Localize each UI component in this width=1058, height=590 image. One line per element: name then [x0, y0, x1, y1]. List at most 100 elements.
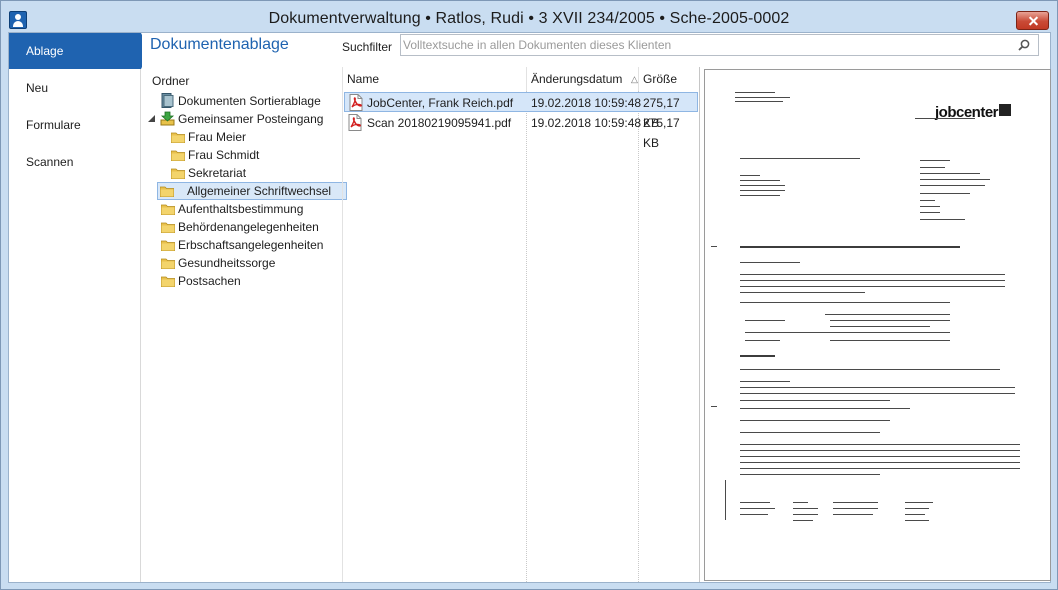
text-line [735, 101, 783, 102]
text-line [920, 193, 970, 194]
text-line [735, 92, 775, 93]
fold-mark [711, 246, 717, 247]
text-line [740, 381, 790, 382]
text-line [740, 420, 890, 421]
fold-mark [711, 406, 717, 407]
expand-arrow-icon[interactable] [148, 115, 156, 123]
nav-item-scannen[interactable]: Scannen [9, 144, 141, 180]
search-input[interactable] [403, 37, 1003, 53]
text-line [725, 480, 726, 520]
text-line [740, 468, 1020, 469]
tree-item-gesundheitssorge[interactable]: Gesundheitssorge [158, 254, 338, 272]
text-line [740, 456, 1020, 457]
tree-item-label: Gemeinsamer Posteingang [178, 112, 324, 126]
text-line [740, 508, 775, 509]
nav-item-neu[interactable]: Neu [9, 70, 141, 106]
text-line [905, 520, 929, 521]
text-line [740, 195, 780, 196]
jobcenter-logo-mark-icon [999, 104, 1011, 116]
text-line [920, 212, 940, 213]
text-line [740, 408, 910, 409]
text-line [830, 320, 950, 321]
text-line [740, 280, 1005, 281]
tree-item-behoerdenangelegenheiten[interactable]: Behördenangelegenheiten [158, 218, 338, 236]
file-name: Scan 20180219095941.pdf [367, 116, 512, 130]
text-line [793, 508, 818, 509]
page-title: Dokumentenablage [150, 36, 289, 53]
text-line [735, 97, 790, 98]
tree-item-label: Allgemeiner Schriftwechsel [187, 184, 332, 198]
folder-icon [161, 222, 175, 233]
tree-item-sekretariat[interactable]: Sekretariat [168, 164, 338, 182]
tree-item-frau-meier[interactable]: Frau Meier [168, 128, 338, 146]
pdf-file-icon [348, 114, 362, 131]
text-line [915, 118, 975, 119]
folder-icon [161, 258, 175, 269]
text-line [833, 508, 878, 509]
column-header-date[interactable]: Änderungsdatum △ [526, 67, 638, 91]
text-line [905, 502, 933, 503]
tree-item-label: Erbschaftsangelegenheiten [178, 238, 324, 252]
tree-item-label: Frau Schmidt [188, 148, 260, 162]
column-header-name[interactable]: Name [343, 67, 526, 91]
folder-tree: Ordner Dokumenten Sortierablage Gemeinsa… [142, 65, 347, 582]
text-line [793, 520, 813, 521]
text-line [920, 200, 935, 201]
tree-item-label: Frau Meier [188, 130, 247, 144]
text-line [740, 444, 1020, 445]
column-divider [638, 91, 639, 582]
tree-item-label: Sekretariat [188, 166, 247, 180]
file-date: 19.02.2018 10:59:48 [531, 96, 642, 110]
text-line [920, 185, 985, 186]
text-line [740, 462, 1020, 463]
text-line [745, 340, 780, 341]
close-button[interactable] [1016, 11, 1049, 30]
main-panel: Dokumentenablage Suchfilter Ordner Dokum [142, 33, 1051, 582]
text-line [740, 190, 785, 191]
text-line [740, 292, 865, 293]
document-preview[interactable]: jobcenter [699, 67, 1051, 582]
text-line [740, 393, 1015, 394]
tree-item-posteingang[interactable]: Gemeinsamer Posteingang [148, 110, 338, 128]
text-line [740, 175, 760, 176]
table-row[interactable]: JobCenter, Frank Reich.pdf 19.02.2018 10… [344, 92, 698, 130]
tree-header: Ordner [152, 74, 190, 88]
folder-icon [171, 168, 185, 179]
text-line [740, 387, 1015, 388]
column-divider [526, 91, 527, 582]
inbox-download-icon [160, 111, 175, 126]
tree-item-erbschaftsangelegenheiten[interactable]: Erbschaftsangelegenheiten [158, 236, 338, 254]
column-header-size[interactable]: Größe [638, 67, 700, 91]
folder-icon [161, 204, 175, 215]
folder-icon [161, 240, 175, 251]
text-line [740, 450, 1020, 451]
tree-item-postsachen[interactable]: Postsachen [158, 272, 338, 290]
nav-item-formulare[interactable]: Formulare [9, 107, 141, 143]
text-line [830, 340, 950, 341]
window-title: Dokumentverwaltung • Ratlos, Rudi • 3 XV… [268, 10, 790, 27]
tree-item-sortierablage[interactable]: Dokumenten Sortierablage [158, 92, 338, 110]
text-line [745, 320, 785, 321]
table-row[interactable]: Scan 20180219095941.pdf 19.02.2018 10:59… [344, 113, 698, 150]
client-area: Ablage Neu Formulare Scannen Dokumentena… [8, 32, 1051, 583]
text-line [740, 400, 890, 401]
pdf-file-icon [349, 94, 363, 111]
nav-item-ablage[interactable]: Ablage [9, 33, 150, 69]
text-line [740, 432, 880, 433]
text-line [745, 332, 950, 333]
text-line [740, 474, 880, 475]
tree-item-aufenthaltsbestimmung[interactable]: Aufenthaltsbestimmung [158, 200, 338, 218]
text-line [740, 246, 960, 248]
search-icon[interactable] [1018, 39, 1030, 51]
text-line [833, 514, 873, 515]
text-line [740, 502, 770, 503]
folder-icon [161, 276, 175, 287]
search-field[interactable] [400, 34, 1039, 56]
search-label: Suchfilter [342, 40, 393, 54]
sort-ascending-icon: △ [631, 74, 638, 84]
tree-item-label: Behördenangelegenheiten [178, 220, 319, 234]
text-line [920, 160, 950, 161]
tree-item-frau-schmidt[interactable]: Frau Schmidt [168, 146, 338, 164]
tree-item-allgemeiner-schriftwechsel[interactable]: Allgemeiner Schriftwechsel [157, 182, 347, 200]
text-line [793, 514, 818, 515]
